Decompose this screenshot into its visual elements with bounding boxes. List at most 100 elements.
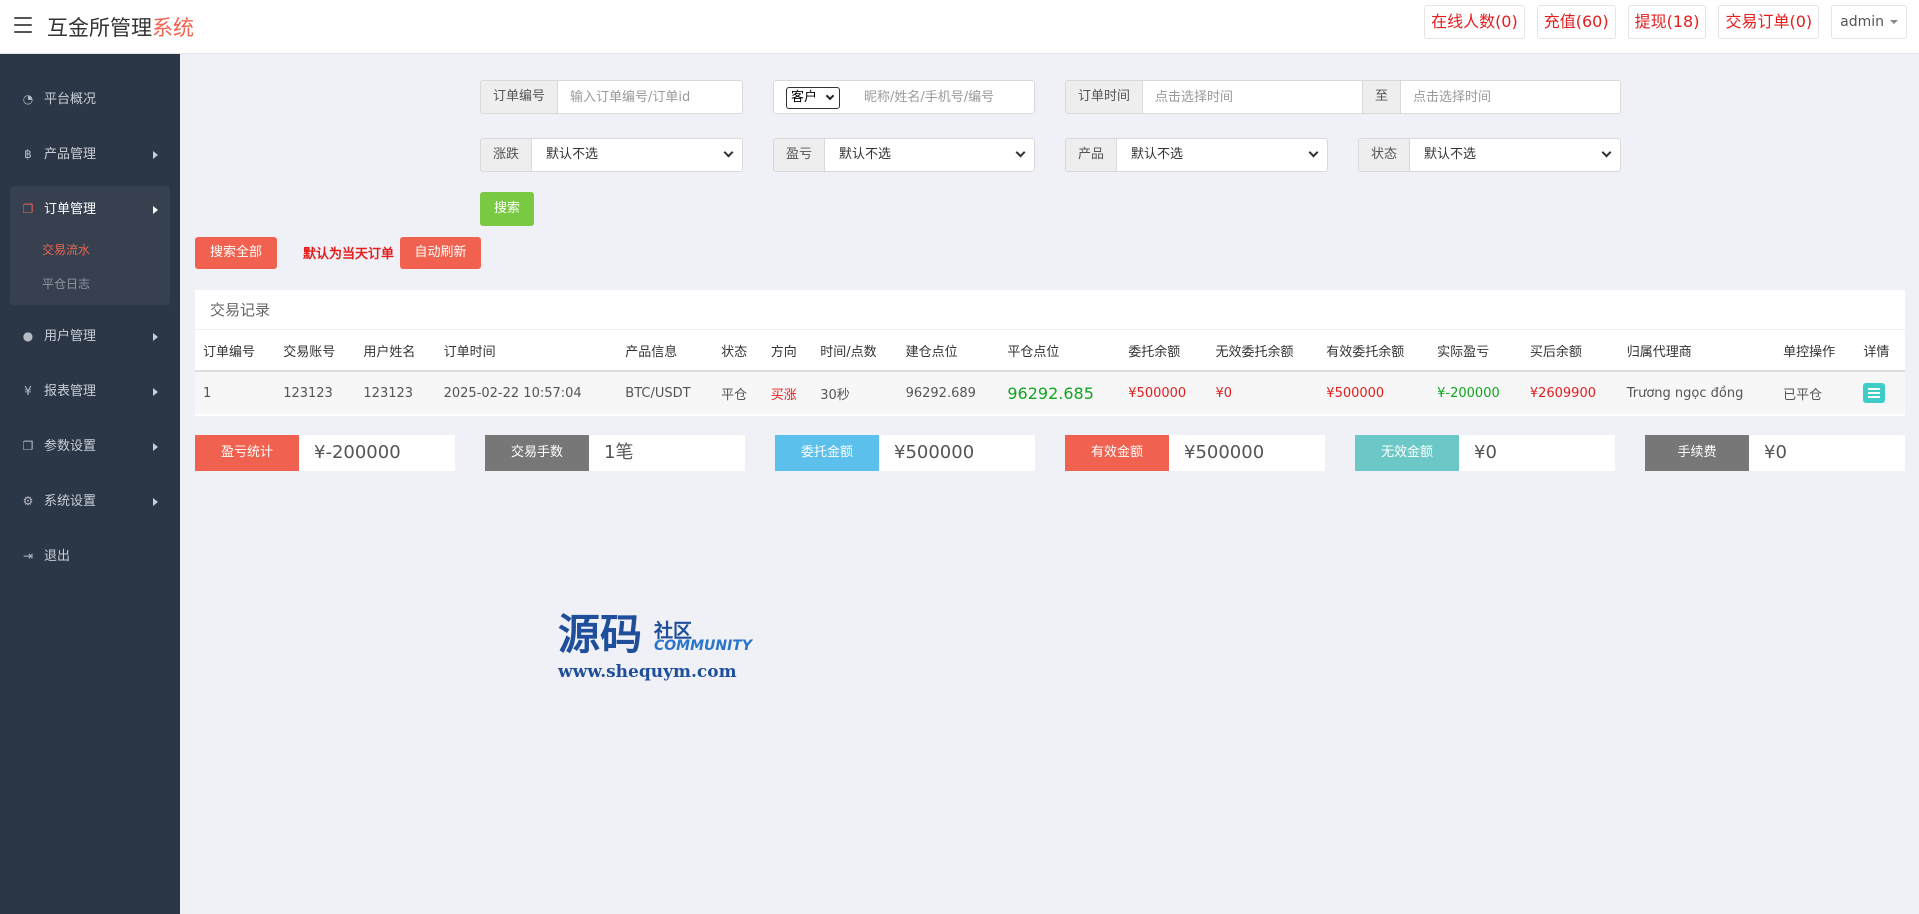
cell-agent: Trương ngọc đồng bbox=[1618, 371, 1776, 414]
card-title: 交易记录 bbox=[195, 290, 1905, 330]
product-filter: 产品 默认不选 bbox=[1065, 138, 1328, 172]
stat-label: 委托金额 bbox=[775, 435, 879, 471]
watermark-main: 源码 bbox=[558, 610, 643, 659]
trade-orders-button[interactable]: 交易订单(0) bbox=[1718, 5, 1820, 39]
cell-after-balance: ¥2609900 bbox=[1521, 371, 1619, 414]
col-header: 建仓点位 bbox=[897, 330, 1000, 372]
sidebar-item-logout[interactable]: ⇥ 退出 bbox=[10, 533, 170, 580]
table-row: 1 123123 123123 2025-02-22 10:57:04 BTC/… bbox=[195, 371, 1905, 414]
sign-out-icon: ⇥ bbox=[22, 549, 34, 563]
top-nav: 在线人数(0) 充值(60) 提现(18) 交易订单(0) admin bbox=[1424, 5, 1907, 39]
trade-records-card: 交易记录 订单编号 交易账号 用户姓名 订单时间 产品信息 状态 方向 时间/点… bbox=[195, 290, 1905, 416]
rise-fall-select[interactable]: 默认不选 bbox=[532, 139, 742, 171]
sidebar-item-orders[interactable]: ❐ 订单管理 bbox=[10, 186, 170, 233]
stat-label: 无效金额 bbox=[1355, 435, 1459, 471]
cell-product: BTC/USDT bbox=[617, 371, 714, 414]
stat-label: 有效金额 bbox=[1065, 435, 1169, 471]
status-label: 状态 bbox=[1359, 139, 1411, 171]
time-from-input[interactable] bbox=[1143, 81, 1362, 113]
col-header: 委托余额 bbox=[1120, 330, 1208, 372]
col-header: 归属代理商 bbox=[1618, 330, 1776, 372]
user-menu[interactable]: admin bbox=[1831, 5, 1907, 39]
cell-detail bbox=[1855, 371, 1905, 414]
sidebar-item-users[interactable]: ● 用户管理 bbox=[10, 313, 170, 360]
recharge-button[interactable]: 充值(60) bbox=[1536, 5, 1616, 39]
cell-pnl: ¥-200000 bbox=[1429, 371, 1522, 414]
stat-valid: 有效金额 ¥500000 bbox=[1065, 435, 1325, 471]
cell-direction: 买涨 bbox=[762, 371, 813, 414]
watermark-community: COMMUNITY bbox=[654, 638, 753, 654]
stat-value: ¥500000 bbox=[894, 442, 975, 463]
customer-type-select[interactable]: 客户 bbox=[786, 87, 841, 109]
trade-records-table: 订单编号 交易账号 用户姓名 订单时间 产品信息 状态 方向 时间/点数 建仓点… bbox=[195, 330, 1905, 414]
col-header: 交易账号 bbox=[275, 330, 356, 372]
sidebar: ◔ 平台概况 ฿产品管理 ❐ 订单管理 交易流水 平仓日志 ● 用户管理 ¥ 报表管理 … bbox=[0, 54, 180, 914]
online-users-button[interactable]: 在线人数(0) bbox=[1424, 5, 1525, 39]
chevron-down-icon bbox=[1308, 147, 1319, 158]
order-time-filter: 订单时间 至 bbox=[1065, 80, 1621, 114]
chevron-right-icon bbox=[153, 206, 158, 214]
col-header: 实际盈亏 bbox=[1429, 330, 1522, 372]
sidebar-item-system[interactable]: ⚙ 系统设置 bbox=[10, 478, 170, 525]
copy-icon: ❐ bbox=[22, 439, 34, 453]
yen-icon: ¥ bbox=[24, 384, 32, 398]
table-header-row: 订单编号 交易账号 用户姓名 订单时间 产品信息 状态 方向 时间/点数 建仓点… bbox=[195, 330, 1905, 372]
stat-label: 交易手数 bbox=[485, 435, 589, 471]
order-no-filter: 订单编号 bbox=[480, 80, 743, 114]
order-time-label: 订单时间 bbox=[1066, 81, 1144, 113]
status-select[interactable]: 默认不选 bbox=[1410, 139, 1620, 171]
col-header: 无效委托余额 bbox=[1207, 330, 1319, 372]
col-header: 用户姓名 bbox=[355, 330, 436, 372]
cell-entrust: ¥500000 bbox=[1120, 371, 1208, 414]
col-header: 产品信息 bbox=[617, 330, 714, 372]
auto-refresh-button[interactable]: 自动刷新 bbox=[400, 237, 481, 269]
cell-close-price: 96292.685 bbox=[999, 371, 1121, 414]
time-to-input[interactable] bbox=[1401, 81, 1620, 113]
search-button[interactable]: 搜索 bbox=[480, 192, 534, 226]
customer-search-input[interactable] bbox=[852, 81, 1034, 113]
sidebar-item-products[interactable]: ฿产品管理 bbox=[10, 131, 170, 178]
watermark-url: www.shequym.com bbox=[558, 662, 737, 682]
col-header: 有效委托余额 bbox=[1318, 330, 1430, 372]
stat-value: ¥-200000 bbox=[314, 442, 401, 463]
chevron-down-icon bbox=[1015, 147, 1026, 158]
stat-value: ¥0 bbox=[1764, 442, 1787, 463]
sidebar-subitem-trade-flow[interactable]: 交易流水 bbox=[10, 233, 170, 267]
cell-duration: 30秒 bbox=[812, 371, 898, 414]
order-no-label: 订单编号 bbox=[481, 81, 559, 113]
stat-value: ¥500000 bbox=[1184, 442, 1265, 463]
search-all-button[interactable]: 搜索全部 bbox=[195, 237, 277, 269]
dashboard-icon: ◔ bbox=[22, 92, 34, 106]
cell-valid: ¥500000 bbox=[1318, 371, 1430, 414]
cell-account: 123123 bbox=[275, 371, 356, 414]
sidebar-item-overview[interactable]: ◔ 平台概况 bbox=[10, 76, 170, 123]
col-header: 详情 bbox=[1855, 330, 1905, 372]
sidebar-item-params[interactable]: ❐ 参数设置 bbox=[10, 423, 170, 470]
chevron-down-icon bbox=[1890, 20, 1898, 24]
top-header: 互金所管理系统 在线人数(0) 充值(60) 提现(18) 交易订单(0) ad… bbox=[0, 0, 1919, 54]
profit-loss-select[interactable]: 默认不选 bbox=[825, 139, 1034, 171]
col-header: 买后余额 bbox=[1521, 330, 1619, 372]
status-filter: 状态 默认不选 bbox=[1358, 138, 1621, 172]
copy-icon: ❐ bbox=[22, 202, 34, 216]
detail-list-icon[interactable] bbox=[1863, 383, 1886, 403]
order-no-input[interactable] bbox=[558, 81, 742, 113]
stat-pnl: 盈亏统计 ¥-200000 bbox=[195, 435, 455, 471]
stat-value: ¥0 bbox=[1474, 442, 1497, 463]
chevron-down-icon bbox=[825, 91, 835, 101]
customer-filter: 客户 bbox=[773, 80, 1035, 114]
sidebar-subitem-close-log[interactable]: 平仓日志 bbox=[10, 267, 170, 301]
product-select[interactable]: 默认不选 bbox=[1117, 139, 1327, 171]
time-to-label: 至 bbox=[1362, 81, 1402, 113]
cell-name: 123123 bbox=[355, 371, 436, 414]
product-label: 产品 bbox=[1066, 139, 1118, 171]
chevron-right-icon bbox=[153, 333, 158, 341]
stat-entrust: 委托金额 ¥500000 bbox=[775, 435, 1035, 471]
withdraw-button[interactable]: 提现(18) bbox=[1627, 5, 1707, 39]
page-title: 互金所管理系统 bbox=[47, 16, 194, 40]
cell-control: 已平仓 bbox=[1775, 371, 1856, 414]
cell-order-no: 1 bbox=[195, 371, 276, 414]
menu-toggle-icon[interactable] bbox=[14, 17, 32, 33]
chevron-down-icon bbox=[723, 147, 734, 158]
sidebar-item-reports[interactable]: ¥ 报表管理 bbox=[10, 368, 170, 415]
